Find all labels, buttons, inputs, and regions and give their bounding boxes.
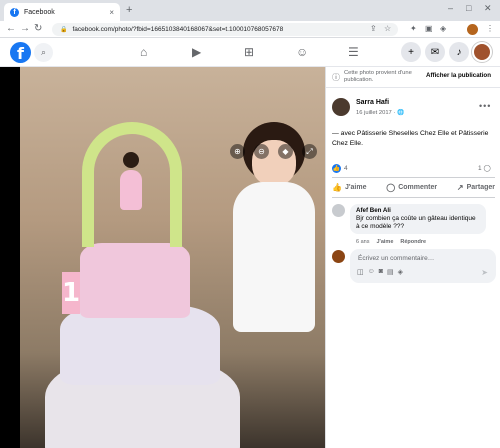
post-date: 16 juillet 2017 · 🌐: [356, 110, 405, 116]
watch-icon[interactable]: ▶: [192, 45, 201, 59]
extensions-icon[interactable]: ✦: [410, 24, 417, 33]
comment-bubble: Afef Ben Ali Bjr combien ça coûte un gât…: [350, 204, 486, 234]
current-user-avatar: [332, 250, 345, 263]
zoom-in-icon[interactable]: ⊕: [230, 144, 245, 159]
info-icon: ⓘ: [332, 72, 340, 82]
notice-text: Cette photo provient d'une publication.: [344, 70, 412, 83]
extension-puzzle-icon[interactable]: ◈: [440, 24, 446, 33]
url-text: facebook.com/photo/?fbid=166510384016806…: [72, 26, 284, 33]
comment-icon: ◯: [386, 183, 396, 192]
birthday-photo: 1: [20, 67, 325, 448]
maximize-button[interactable]: □: [466, 3, 471, 13]
emoji-icon[interactable]: ☺: [368, 268, 375, 276]
comment-reply-button[interactable]: Répondre: [400, 239, 426, 245]
comment-input[interactable]: Écrivez un commentaire… ◫ ☺ ◙ ▤ ◈ ➤: [350, 249, 496, 283]
facebook-header: f ⌕ ⌂ ▶ ⊞ ☺ ☰ + ✉ ♪: [0, 38, 500, 67]
tag-icon[interactable]: ◆: [278, 144, 293, 159]
share-icon: ↗: [456, 183, 464, 192]
lock-icon: 🔒: [60, 27, 68, 33]
reactions-summary[interactable]: 👍 4: [332, 164, 348, 173]
like-count[interactable]: 4: [344, 165, 348, 172]
camera-icon[interactable]: ◙: [379, 268, 383, 276]
tab-facebook[interactable]: f Facebook ×: [4, 3, 120, 21]
browser-profile-avatar[interactable]: [467, 24, 478, 35]
more-options-icon[interactable]: •••: [479, 101, 491, 111]
divider: [332, 177, 495, 178]
comment-meta: 6 ans J'aime Répondre: [356, 239, 426, 245]
profile-icon[interactable]: [472, 42, 492, 62]
search-icon[interactable]: ⌕: [34, 43, 53, 62]
reload-icon[interactable]: ↻: [34, 23, 42, 34]
facebook-favicon-icon: f: [10, 7, 19, 17]
post-caption: — avec Pâtisserie Sheselles Chez Elle et…: [332, 130, 489, 147]
messenger-icon[interactable]: ✉: [425, 42, 445, 62]
fairy-figurine: [118, 152, 144, 232]
menu-icon[interactable]: ☰: [348, 45, 359, 59]
marketplace-icon[interactable]: ⊞: [244, 45, 254, 59]
tab-close-icon[interactable]: ×: [109, 8, 114, 17]
avatar-sticker-icon[interactable]: ◈: [398, 268, 403, 276]
like-reaction-icon: 👍: [332, 164, 341, 173]
back-icon[interactable]: ←: [6, 23, 16, 34]
facebook-logo-icon[interactable]: f: [10, 42, 31, 63]
post-panel: ⓘ Cette photo provient d'une publication…: [325, 67, 500, 448]
composer-tools: ◫ ☺ ◙ ▤ ◈: [357, 268, 403, 276]
like-button[interactable]: 👍 J'aime: [332, 183, 366, 192]
gif-icon[interactable]: ▤: [387, 268, 394, 276]
sidepanel-icon[interactable]: ▣: [425, 24, 433, 33]
zoom-out-icon[interactable]: ⊖: [254, 144, 269, 159]
share-button[interactable]: ↗ Partager: [457, 183, 495, 192]
forward-icon[interactable]: →: [20, 23, 30, 34]
divider: [332, 197, 495, 198]
sticker-icon[interactable]: ◫: [357, 268, 364, 276]
thumbs-up-icon: 👍: [332, 183, 342, 192]
browser-tabstrip: f Facebook × + – □ ✕: [0, 0, 500, 21]
fullscreen-icon[interactable]: ⤢: [302, 144, 317, 159]
browser-menu-icon[interactable]: ⋮: [486, 24, 494, 33]
comment-time[interactable]: 6 ans: [356, 239, 369, 245]
comment-placeholder: Écrivez un commentaire…: [358, 255, 435, 262]
author-name[interactable]: Sarra Hafi: [356, 99, 389, 106]
number-one-topper: 1: [62, 272, 80, 314]
new-tab-button[interactable]: +: [126, 4, 132, 16]
comment-like-button[interactable]: J'aime: [376, 239, 393, 245]
minimize-button[interactable]: –: [448, 3, 453, 13]
send-icon[interactable]: ➤: [481, 268, 488, 277]
cake-top-tier: [80, 243, 190, 318]
share-page-icon[interactable]: ⇪: [370, 24, 377, 33]
tab-title: Facebook: [24, 8, 55, 16]
url-bar[interactable]: 🔒 facebook.com/photo/?fbid=1665103840168…: [52, 23, 398, 36]
commenter-name[interactable]: Afef Ben Ali: [356, 207, 480, 214]
close-window-button[interactable]: ✕: [484, 3, 492, 14]
publication-notice: ⓘ Cette photo provient d'une publication…: [326, 67, 500, 88]
show-publication-button[interactable]: Afficher la publication: [426, 72, 491, 79]
address-toolbar: ← → ↻ 🔒 facebook.com/photo/?fbid=1665103…: [0, 21, 500, 38]
photo-viewer: 1 ⊕ ⊖ ◆ ⤢: [0, 67, 325, 448]
comment-count[interactable]: 1 ◯: [478, 164, 491, 172]
home-icon[interactable]: ⌂: [140, 45, 147, 59]
groups-icon[interactable]: ☺: [296, 45, 308, 59]
post-actions: 👍 J'aime ◯ Commenter ↗ Partager: [332, 183, 495, 192]
notifications-icon[interactable]: ♪: [449, 42, 469, 62]
create-icon[interactable]: +: [401, 42, 421, 62]
comment-text: Bjr combien ça coûte un gâteau identique…: [356, 215, 476, 230]
bookmark-star-icon[interactable]: ☆: [384, 24, 391, 33]
globe-icon: 🌐: [396, 110, 405, 116]
comment-button[interactable]: ◯ Commenter: [386, 183, 437, 192]
toddler: [225, 122, 320, 372]
commenter-avatar[interactable]: [332, 204, 345, 217]
author-avatar[interactable]: [332, 98, 350, 116]
comment-bubble-icon: ◯: [483, 165, 491, 172]
